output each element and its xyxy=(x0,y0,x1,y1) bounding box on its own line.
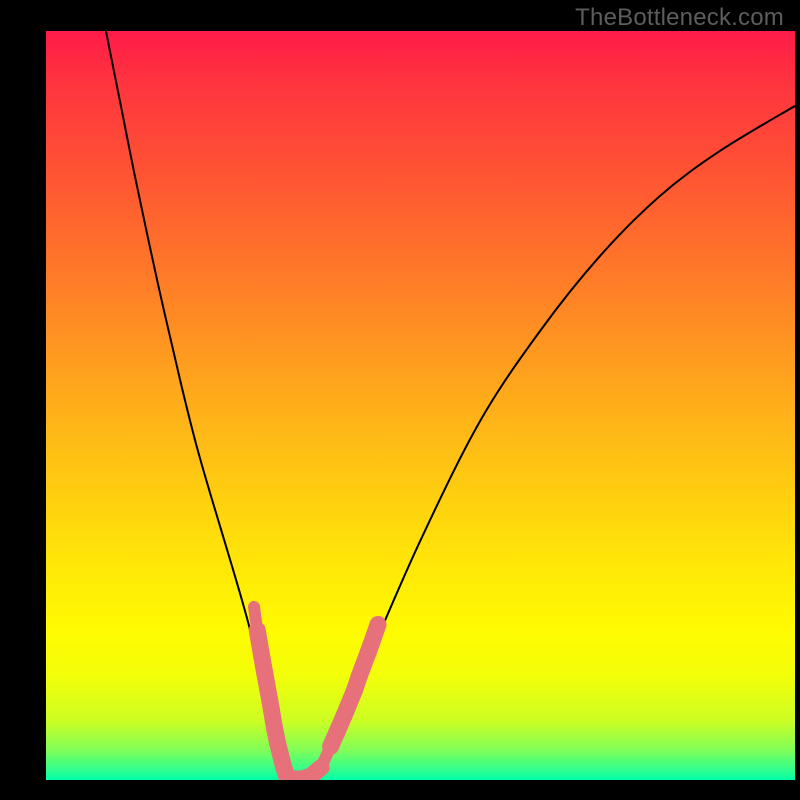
chart-panel xyxy=(46,31,795,780)
bottleneck-curve xyxy=(106,31,795,780)
curve-layer xyxy=(46,31,795,780)
pink-marker-segment xyxy=(371,624,378,644)
watermark-text: TheBottleneck.com xyxy=(575,4,784,32)
